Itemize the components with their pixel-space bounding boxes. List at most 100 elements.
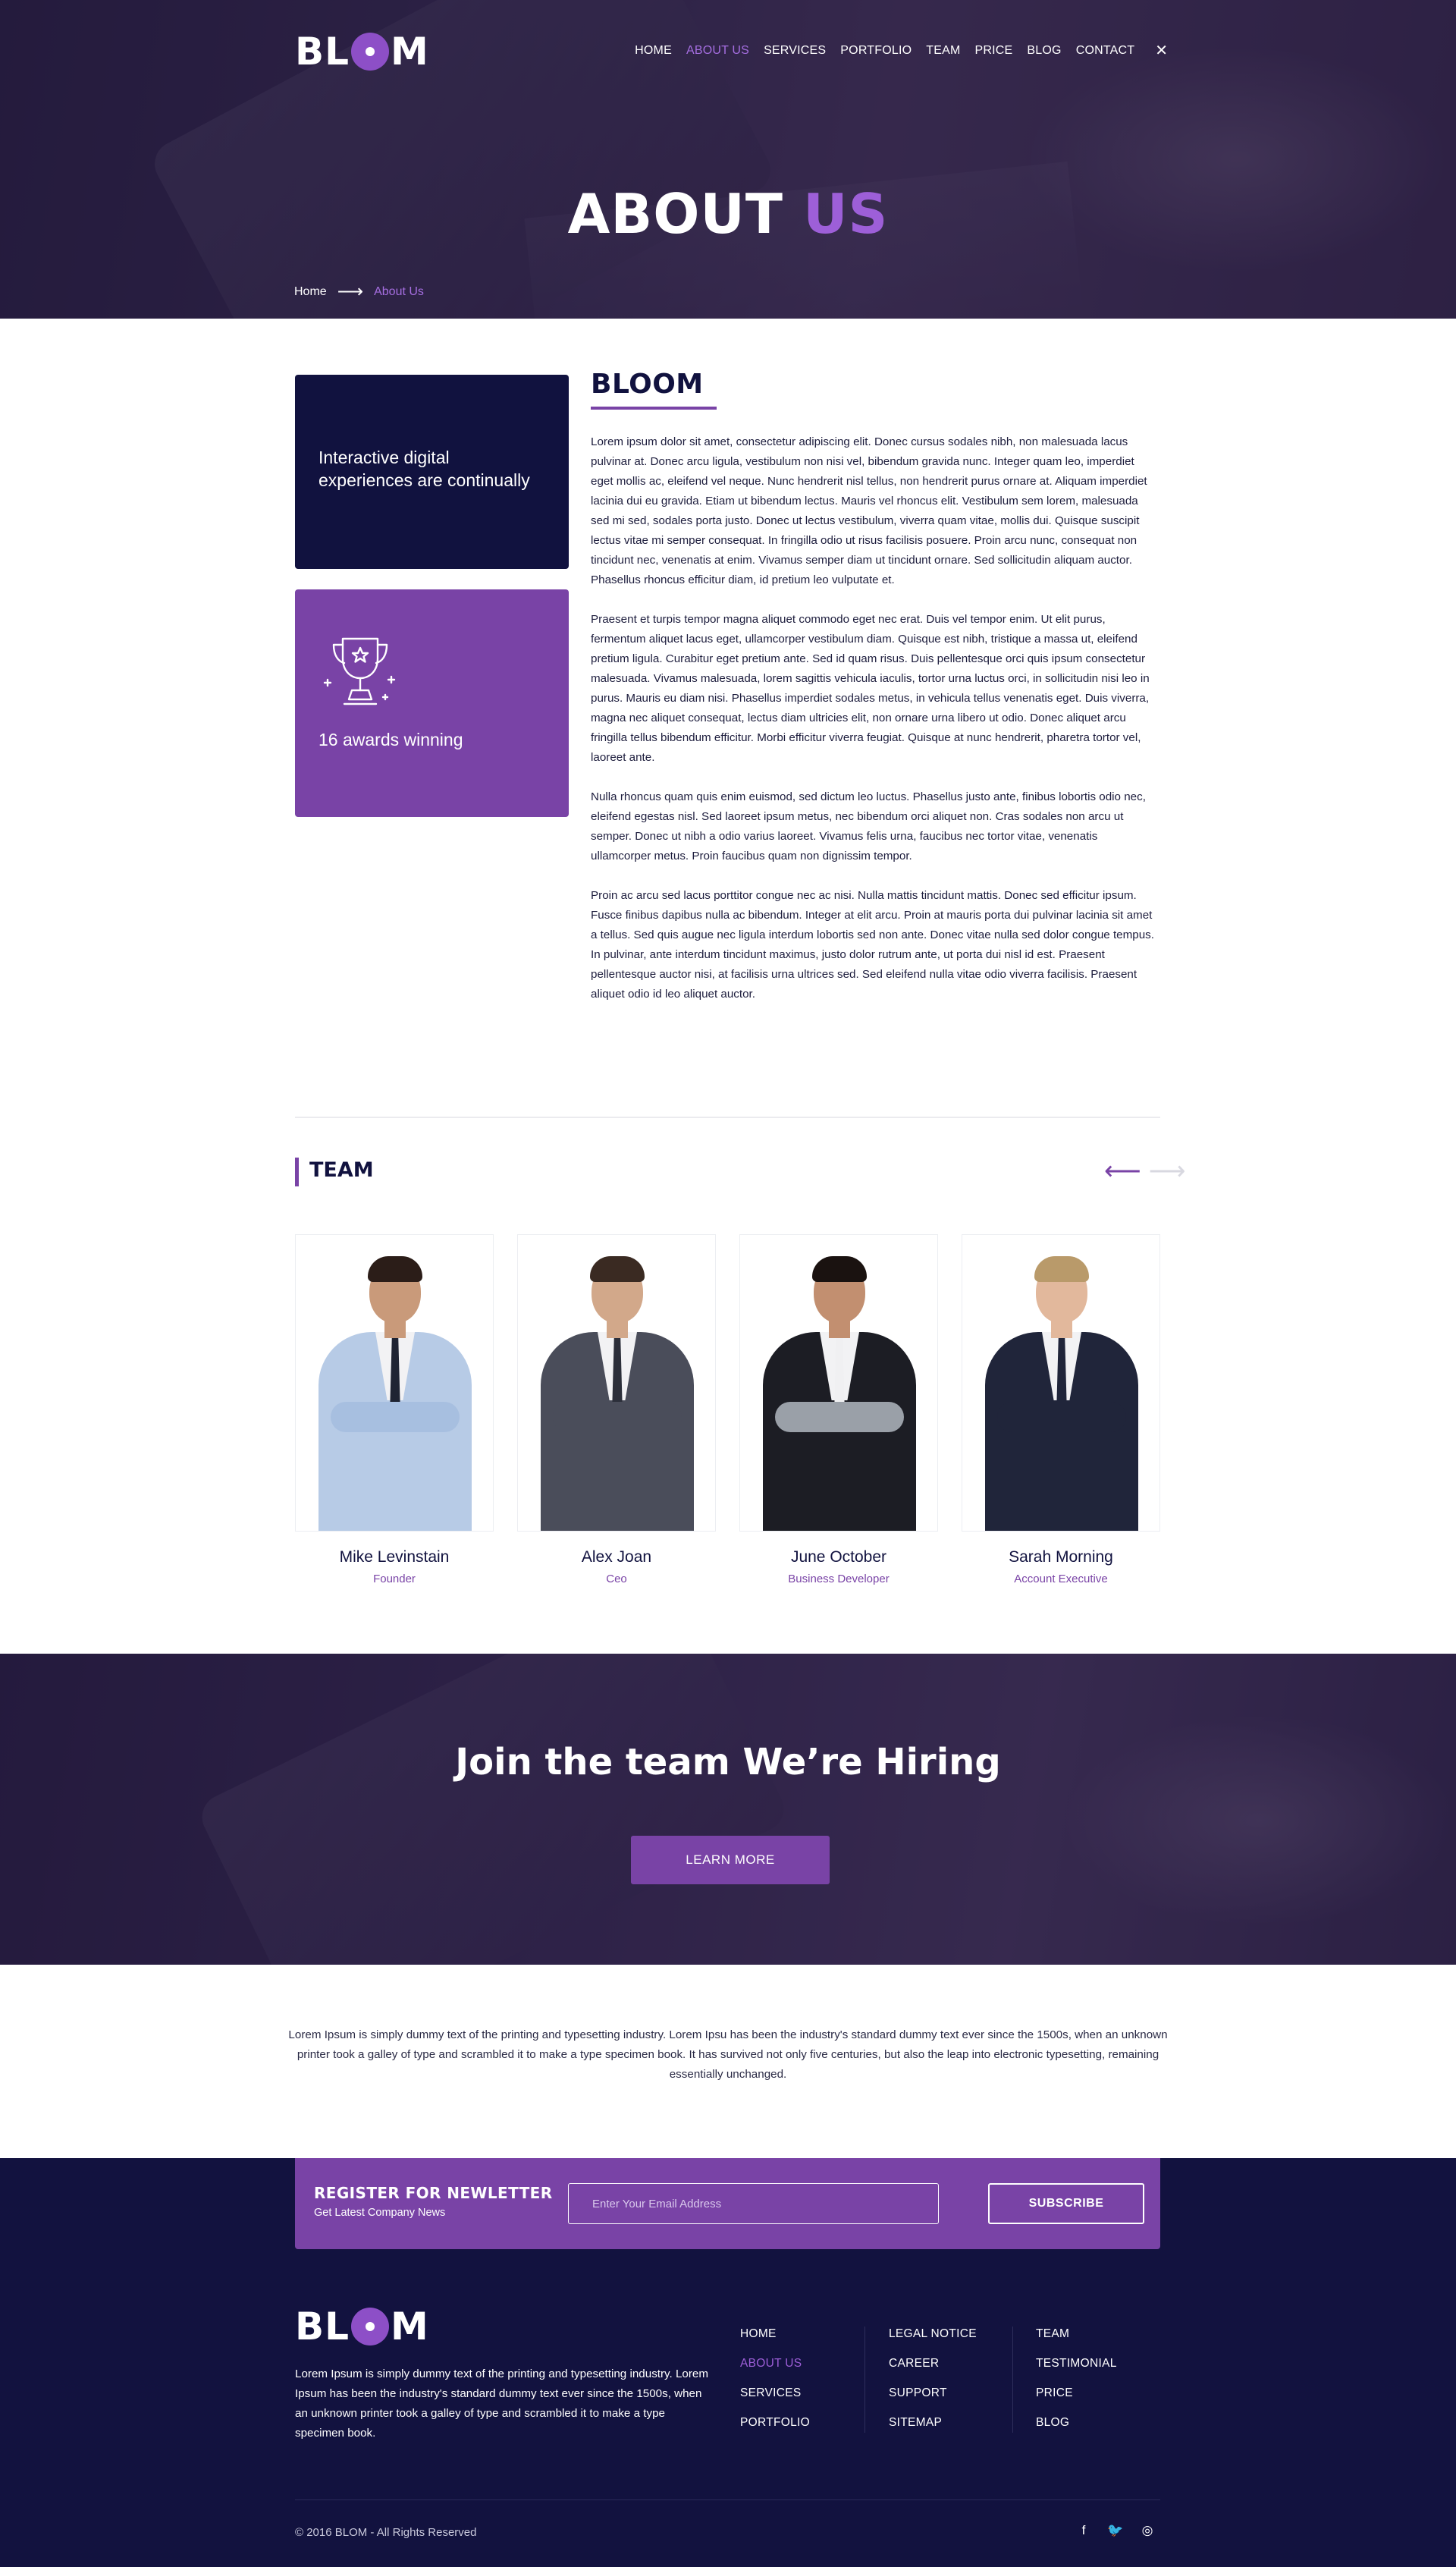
team-member-card[interactable]: June October Business Developer bbox=[739, 1234, 938, 1585]
photo-arms bbox=[331, 1402, 460, 1432]
footer-divider bbox=[295, 2499, 1160, 2500]
footer-link-portfolio[interactable]: PORTFOLIO bbox=[740, 2415, 810, 2445]
footer-description: Lorem Ipsum is simply dummy text of the … bbox=[295, 2367, 709, 2440]
team-member-role: Ceo bbox=[606, 1573, 627, 1585]
breadcrumb-current: About Us bbox=[374, 285, 424, 298]
nav-item-team[interactable]: TEAM bbox=[926, 44, 960, 58]
facebook-icon[interactable]: f bbox=[1077, 2522, 1090, 2539]
team-member-photo bbox=[962, 1234, 1160, 1532]
photo-arms bbox=[997, 1402, 1126, 1432]
breadcrumb: Home ⟶ About Us bbox=[294, 281, 424, 302]
photo-arms bbox=[553, 1402, 682, 1432]
photo-hair bbox=[812, 1256, 867, 1282]
learn-more-button[interactable]: LEARN MORE bbox=[631, 1836, 830, 1884]
hiring-overlay bbox=[0, 1654, 1456, 1965]
nav-item-price[interactable]: PRICE bbox=[975, 44, 1013, 58]
photo-hair bbox=[590, 1256, 645, 1282]
subscribe-button[interactable]: SUBSCRIBE bbox=[988, 2183, 1144, 2224]
page-title: ABOUT US bbox=[0, 182, 1456, 246]
footer-link-services[interactable]: SERVICES bbox=[740, 2386, 810, 2415]
footer-link-blog[interactable]: BLOG bbox=[1036, 2415, 1117, 2445]
breadcrumb-arrow-icon: ⟶ bbox=[337, 281, 364, 302]
footer: REGISTER FOR NEWLETTER Get Latest Compan… bbox=[0, 2158, 1456, 2567]
nav-item-portfolio[interactable]: PORTFOLIO bbox=[840, 44, 912, 58]
footer-links-more: TEAM TESTIMONIAL PRICE BLOG bbox=[1036, 2327, 1117, 2445]
nav-item-home[interactable]: HOME bbox=[635, 44, 672, 58]
footer-link-support[interactable]: SUPPORT bbox=[889, 2386, 977, 2415]
team-title: TEAM bbox=[309, 1158, 374, 1182]
close-icon[interactable]: ✕ bbox=[1155, 41, 1168, 60]
footer-link-home[interactable]: HOME bbox=[740, 2327, 810, 2356]
trophy-icon bbox=[323, 637, 396, 705]
nav-item-services[interactable]: SERVICES bbox=[764, 44, 826, 58]
instagram-icon[interactable]: ◎ bbox=[1141, 2522, 1154, 2539]
breadcrumb-home[interactable]: Home bbox=[294, 285, 327, 299]
awards-card: 16 awards winning bbox=[295, 589, 569, 817]
about-title-underline bbox=[591, 407, 717, 410]
logo-o-icon bbox=[350, 33, 389, 71]
nav-item-blog[interactable]: BLOG bbox=[1027, 44, 1061, 58]
footer-links-main: HOME ABOUT US SERVICES PORTFOLIO bbox=[740, 2327, 810, 2445]
social-links: f 🐦 ◎ bbox=[1077, 2522, 1154, 2539]
footer-column-separator bbox=[864, 2327, 865, 2433]
footer-logo[interactable]: BL M bbox=[295, 2305, 429, 2349]
page-title-accent: US bbox=[803, 182, 889, 246]
logo-text-start: BL bbox=[295, 30, 350, 74]
arrow-right-icon[interactable]: ⟶ bbox=[1149, 1156, 1186, 1186]
arrow-left-icon[interactable]: ⟵ bbox=[1104, 1156, 1141, 1186]
about-paragraph: Nulla rhoncus quam quis enim euismod, se… bbox=[591, 790, 1146, 862]
team-member-role: Business Developer bbox=[788, 1573, 890, 1585]
newsletter-email-input[interactable] bbox=[568, 2183, 939, 2224]
footer-column-separator bbox=[1012, 2327, 1013, 2433]
team-title-bar bbox=[295, 1158, 299, 1186]
photo-hair bbox=[1034, 1256, 1089, 1282]
about-paragraph: Praesent et turpis tempor magna aliquet … bbox=[591, 613, 1150, 764]
team-member-role: Founder bbox=[373, 1573, 416, 1585]
awards-text: 16 awards winning bbox=[318, 730, 463, 749]
hiring-banner: Join the team We’re Hiring LEARN MORE bbox=[0, 1654, 1456, 1965]
main-nav: HOME ABOUT US SERVICES PORTFOLIO TEAM PRICE BL… bbox=[635, 41, 1168, 60]
footer-link-sitemap[interactable]: SITEMAP bbox=[889, 2415, 977, 2445]
site-logo[interactable]: BL M bbox=[295, 30, 429, 74]
team-member-name: Mike Levinstain bbox=[339, 1548, 450, 1566]
about-body: Lorem ipsum dolor sit amet, consectetur … bbox=[591, 432, 1159, 1024]
logo-text-end: M bbox=[390, 30, 429, 74]
team-member-card[interactable]: Alex Joan Ceo bbox=[517, 1234, 716, 1585]
footer-link-about-us[interactable]: ABOUT US bbox=[740, 2356, 810, 2386]
nav-item-about-us[interactable]: ABOUT US bbox=[686, 44, 749, 58]
nav-item-contact[interactable]: CONTACT bbox=[1076, 44, 1135, 58]
team-member-photo bbox=[739, 1234, 938, 1532]
photo-arms bbox=[775, 1402, 904, 1432]
twitter-icon[interactable]: 🐦 bbox=[1107, 2522, 1123, 2539]
section-divider bbox=[295, 1117, 1160, 1118]
footer-logo-text-end: M bbox=[390, 2305, 429, 2349]
team-member-name: June October bbox=[790, 1548, 887, 1566]
footer-link-legal-notice[interactable]: LEGAL NOTICE bbox=[889, 2327, 977, 2356]
about-paragraph: Proin ac arcu sed lacus porttitor congue… bbox=[591, 889, 1154, 1001]
team-member-name: Alex Joan bbox=[581, 1548, 652, 1566]
team-member-name: Sarah Morning bbox=[1009, 1548, 1113, 1566]
team-member-card[interactable]: Mike Levinstain Founder bbox=[295, 1234, 494, 1585]
team-member-photo bbox=[295, 1234, 494, 1532]
footer-link-testimonial[interactable]: TESTIMONIAL bbox=[1036, 2356, 1117, 2386]
about-paragraph: Lorem ipsum dolor sit amet, consectetur … bbox=[591, 435, 1147, 586]
team-carousel-nav: ⟵ ⟶ bbox=[1104, 1156, 1186, 1186]
copyright-text: © 2016 BLOM - All Rights Reserved bbox=[295, 2526, 477, 2539]
footer-links-info: LEGAL NOTICE CAREER SUPPORT SITEMAP bbox=[889, 2327, 977, 2445]
photo-hair bbox=[368, 1256, 422, 1282]
page-title-main: ABOUT bbox=[567, 182, 783, 246]
about-title: BLOOM bbox=[591, 369, 704, 400]
newsletter-subtitle: Get Latest Company News bbox=[314, 2207, 446, 2219]
hero-banner: BL M HOME ABOUT US SERVICES PORTFOLIO TEAM PRI… bbox=[0, 0, 1456, 319]
digital-experience-card: Interactive digital experiences are cont… bbox=[295, 375, 569, 569]
newsletter-title: REGISTER FOR NEWLETTER bbox=[314, 2184, 553, 2202]
footer-logo-o-icon bbox=[350, 2308, 389, 2345]
team-member-card[interactable]: Sarah Morning Account Executive bbox=[962, 1234, 1160, 1585]
team-member-role: Account Executive bbox=[1014, 1573, 1108, 1585]
footer-link-team[interactable]: TEAM bbox=[1036, 2327, 1117, 2356]
digital-experience-text: Interactive digital experiences are cont… bbox=[318, 448, 530, 490]
newsletter-bar: REGISTER FOR NEWLETTER Get Latest Compan… bbox=[295, 2158, 1160, 2249]
footer-link-career[interactable]: CAREER bbox=[889, 2356, 977, 2386]
footer-logo-text-start: BL bbox=[295, 2305, 350, 2349]
footer-link-price[interactable]: PRICE bbox=[1036, 2386, 1117, 2415]
